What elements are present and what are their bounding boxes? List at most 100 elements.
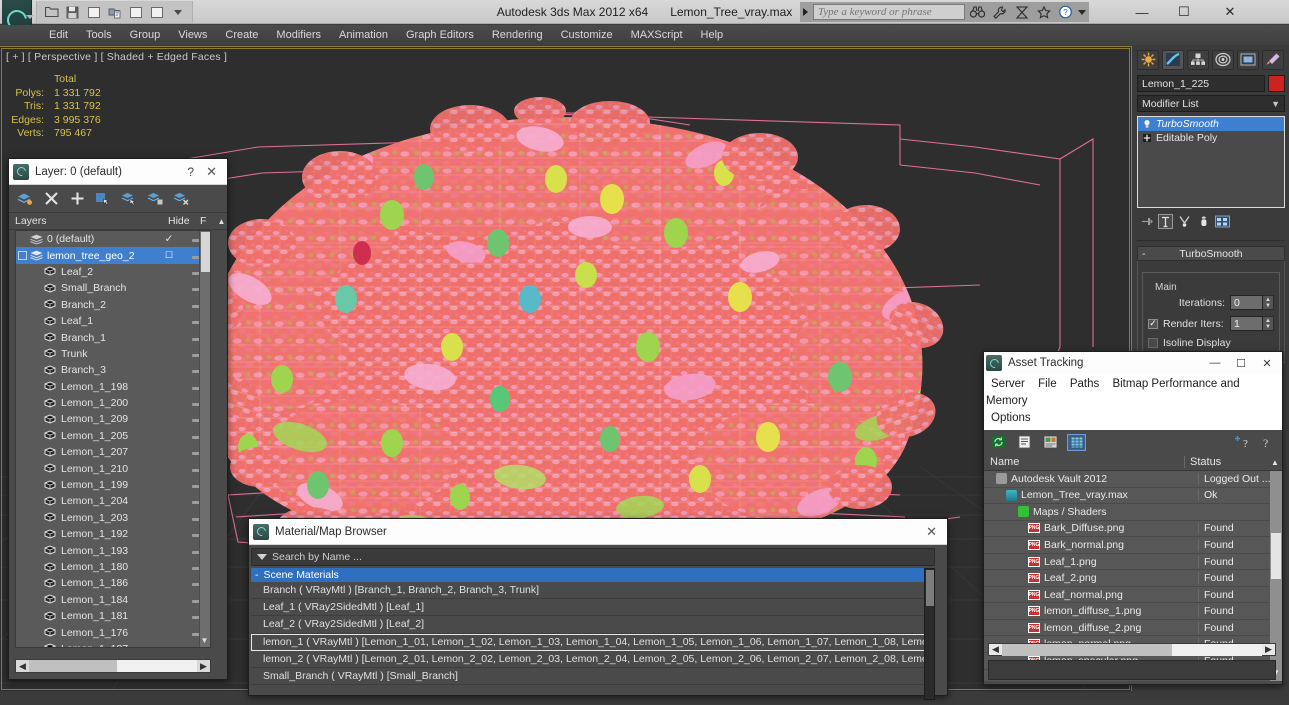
save-file-icon[interactable] [63, 3, 82, 21]
material-scrollbar[interactable] [924, 568, 935, 700]
rollout-header[interactable]: - TurboSmooth [1137, 246, 1285, 261]
layers-horizontal-scrollbar[interactable]: ◀ ▶ [15, 659, 211, 673]
scrollbar-thumb[interactable] [201, 232, 210, 272]
asset-horizontal-scrollbar[interactable]: ◀ ▶ [988, 643, 1276, 656]
list-item[interactable]: Lemon_1_209 [16, 411, 210, 427]
hierarchy-tab[interactable] [1187, 49, 1209, 70]
maximize-button[interactable]: ☐ [1228, 353, 1254, 373]
layer-visible-check[interactable]: ☐ [154, 250, 184, 261]
render-iters-input[interactable]: 1 [1230, 316, 1263, 331]
list-item[interactable]: Lemon_1_184 [16, 592, 210, 608]
new-scene-icon[interactable] [126, 3, 145, 21]
viewport-label[interactable]: [ + ] [ Perspective ] [ Shaded + Edged F… [6, 51, 227, 63]
list-item[interactable]: Lemon_1_181 [16, 608, 210, 624]
list-item[interactable]: Leaf_2 [16, 264, 210, 280]
asset-row-lemon-diffuse-2[interactable]: PNG lemon_diffuse_2.png Found [984, 620, 1282, 637]
help-add-icon[interactable]: ? [1233, 435, 1250, 450]
asset-row-leaf-normal[interactable]: PNG Leaf_normal.png Found [984, 587, 1282, 604]
menu-item-graph-editors[interactable]: Graph Editors [397, 27, 483, 43]
open-file-icon[interactable] [42, 3, 61, 21]
subscription-icon[interactable] [1012, 4, 1031, 21]
menu-item-edit[interactable]: Edit [40, 27, 77, 43]
set-1-icon[interactable] [147, 3, 166, 21]
list-item[interactable]: Lemon_1_204 [16, 493, 210, 509]
scrollbar-thumb[interactable] [926, 570, 934, 606]
hscroll-track[interactable] [1002, 643, 1262, 656]
help-icon[interactable]: ? [1259, 435, 1276, 450]
minimize-button[interactable]: — [1202, 353, 1228, 373]
material-row-branch[interactable]: Branch ( VRayMtl ) [Branch_1, Branch_2, … [251, 582, 935, 600]
show-end-result-icon[interactable] [1158, 214, 1173, 229]
thumbnail-view-icon[interactable] [1042, 435, 1059, 450]
modifier-stack-item-turbosmooth[interactable]: TurboSmooth [1138, 117, 1284, 131]
motion-tab[interactable] [1212, 49, 1234, 70]
layers-list[interactable]: 0 (default) ✓ lemon_tree_geo_2 ☐ Leaf_2 … [15, 230, 211, 648]
menu-item-views[interactable]: Views [169, 27, 216, 43]
list-item[interactable]: Lemon_1_187 [16, 641, 210, 647]
menu-item-help[interactable]: Help [692, 27, 733, 43]
help-dropdown-icon[interactable] [1078, 9, 1086, 15]
scroll-down-arrow-icon[interactable]: ▼ [200, 636, 209, 646]
configure-sets-icon[interactable] [1215, 214, 1230, 229]
list-item[interactable]: Lemon_1_205 [16, 428, 210, 444]
list-item[interactable]: Branch_1 [16, 329, 210, 345]
material-row-leaf-2[interactable]: Leaf_2 ( VRay2SidedMtl ) [Leaf_2] [251, 616, 935, 634]
menu-item-tools[interactable]: Tools [77, 27, 121, 43]
search-input[interactable] [813, 4, 965, 20]
remove-modifier-icon[interactable] [1196, 214, 1211, 229]
search-by-name-input[interactable]: Search by Name ... [272, 551, 934, 563]
asset-row-autodesk-vault[interactable]: Autodesk Vault 2012 Logged Out ... [984, 471, 1282, 488]
asset-row-max-file[interactable]: Lemon_Tree_vray.max Ok [984, 488, 1282, 505]
list-item[interactable]: Lemon_1_180 [16, 559, 210, 575]
add-layer-icon[interactable] [69, 191, 85, 207]
layer-row-lemon-tree-geo-2[interactable]: lemon_tree_geo_2 ☐ [16, 247, 210, 264]
layer-expand-checkbox[interactable] [18, 251, 27, 261]
scroll-up-arrow-icon[interactable]: ▲ [1268, 458, 1282, 467]
list-item[interactable]: Branch_3 [16, 362, 210, 378]
scroll-up-arrow-icon[interactable]: ▲ [216, 217, 227, 226]
list-item[interactable]: Lemon_1_207 [16, 444, 210, 460]
menu-item-group[interactable]: Group [121, 27, 170, 43]
new-layer-icon[interactable] [17, 191, 33, 207]
scrollbar-thumb[interactable] [1271, 533, 1281, 579]
list-item[interactable]: Lemon_1_192 [16, 526, 210, 542]
scene-materials-group-header[interactable]: - Scene Materials [251, 568, 935, 582]
isoline-display-checkbox[interactable] [1148, 338, 1158, 348]
iterations-input[interactable]: 0 [1230, 295, 1263, 310]
scroll-right-icon[interactable]: ▶ [197, 660, 210, 672]
list-item[interactable]: Lemon_1_203 [16, 510, 210, 526]
column-name[interactable]: Name [984, 456, 1184, 468]
redo-icon[interactable] [105, 3, 124, 21]
menu-item-animation[interactable]: Animation [330, 27, 397, 43]
hscroll-thumb[interactable] [29, 660, 117, 672]
close-button[interactable]: ✕ [1209, 0, 1251, 24]
utilities-tab[interactable] [1262, 49, 1284, 70]
menu-item-rendering[interactable]: Rendering [483, 27, 552, 43]
filter-caret-icon[interactable] [257, 554, 267, 560]
modifier-stack[interactable]: TurboSmooth Editable Poly [1137, 116, 1285, 208]
list-item[interactable]: Lemon_1_193 [16, 542, 210, 558]
list-item[interactable]: Lemon_1_199 [16, 477, 210, 493]
menu-item-customize[interactable]: Customize [552, 27, 622, 43]
maximize-button[interactable]: ☐ [1163, 0, 1205, 24]
expand-caret-icon[interactable] [803, 8, 808, 16]
material-row-lemon-2[interactable]: lemon_2 ( VRayMtl ) [Lemon_2_01, Lemon_2… [251, 651, 935, 668]
list-item[interactable]: Lemon_1_176 [16, 624, 210, 640]
iterations-spinner[interactable]: ▲ ▼ [1263, 295, 1274, 310]
material-browser-titlebar[interactable]: Material/Map Browser ✕ [249, 519, 947, 545]
select-objects-in-layer-icon[interactable] [95, 191, 111, 207]
close-icon[interactable]: ✕ [922, 524, 943, 540]
asset-row-leaf-1[interactable]: PNG Leaf_1.png Found [984, 554, 1282, 571]
grid-view-icon[interactable] [1067, 433, 1086, 451]
asset-row-lemon-diffuse-1[interactable]: PNG lemon_diffuse_1.png Found [984, 603, 1282, 620]
close-button[interactable]: ✕ [1254, 353, 1280, 373]
display-tab[interactable] [1237, 49, 1259, 70]
menu-item-paths[interactable]: Paths [1065, 377, 1104, 391]
help-circle-icon[interactable]: ? [1056, 4, 1075, 21]
asset-row-leaf-2[interactable]: PNG Leaf_2.png Found [984, 570, 1282, 587]
modify-tab[interactable] [1162, 49, 1184, 70]
list-item[interactable]: Lemon_1_200 [16, 395, 210, 411]
menu-item-file[interactable]: File [1033, 377, 1062, 391]
list-item[interactable]: Small_Branch [16, 280, 210, 296]
material-row-small-branch[interactable]: Small_Branch ( VRayMtl ) [Small_Branch] [251, 668, 935, 686]
